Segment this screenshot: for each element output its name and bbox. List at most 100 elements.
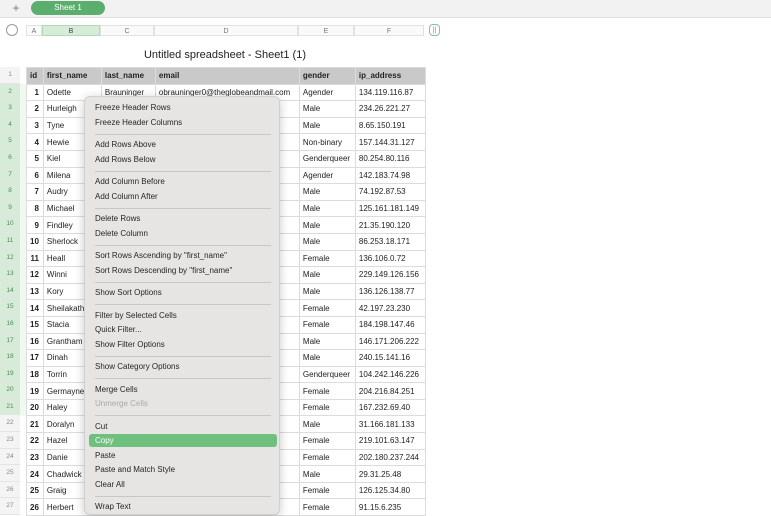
- row-number[interactable]: 9: [0, 199, 20, 217]
- row-number[interactable]: 14: [0, 282, 20, 300]
- id-cell[interactable]: 1: [26, 83, 44, 102]
- row-number[interactable]: 21: [0, 398, 20, 416]
- gender-cell[interactable]: Male: [298, 232, 356, 251]
- gender-cell[interactable]: Male: [298, 183, 356, 201]
- gender-cell[interactable]: Male: [298, 100, 356, 118]
- column-header-e[interactable]: E: [298, 25, 354, 36]
- ip-address-cell[interactable]: 91.15.6.235: [354, 498, 426, 516]
- menu-item-freeze-header-rows[interactable]: Freeze Header Rows: [89, 101, 277, 114]
- ip-address-cell[interactable]: 202.180.237.244: [354, 448, 426, 467]
- ip-address-cell[interactable]: 134.119.116.87: [354, 83, 426, 102]
- sheet-tab[interactable]: Sheet 1: [31, 1, 105, 15]
- id-cell[interactable]: 19: [26, 382, 44, 400]
- row-number[interactable]: 10: [0, 216, 20, 233]
- menu-item-quick-filter[interactable]: Quick Filter...: [89, 323, 277, 336]
- add-sheet-button[interactable]: +: [9, 1, 23, 15]
- column-header-a[interactable]: A: [26, 25, 42, 36]
- id-cell[interactable]: 6: [26, 166, 44, 185]
- id-cell[interactable]: 4: [26, 133, 44, 151]
- row-number[interactable]: 5: [0, 133, 20, 150]
- gender-cell[interactable]: Female: [298, 481, 356, 500]
- gender-cell[interactable]: Agender: [298, 83, 356, 102]
- id-cell[interactable]: 23: [26, 448, 44, 467]
- menu-item-show-sort-options[interactable]: Show Sort Options: [89, 286, 277, 299]
- menu-item-filter-by-selected-cells[interactable]: Filter by Selected Cells: [89, 309, 277, 322]
- gender-cell[interactable]: Female: [298, 299, 356, 317]
- row-number[interactable]: 4: [0, 116, 20, 134]
- row-number[interactable]: 3: [0, 100, 20, 117]
- menu-item-paste-and-match-style[interactable]: Paste and Match Style: [89, 463, 277, 476]
- gender-cell[interactable]: Male: [298, 216, 356, 234]
- gender-cell[interactable]: Female: [298, 432, 356, 450]
- gender-cell[interactable]: Female: [298, 498, 356, 516]
- ip-address-cell[interactable]: 136.126.138.77: [354, 282, 426, 301]
- id-cell[interactable]: 20: [26, 398, 44, 417]
- row-number[interactable]: 12: [0, 249, 20, 267]
- id-cell[interactable]: 10: [26, 232, 44, 251]
- menu-item-add-column-after[interactable]: Add Column After: [89, 190, 277, 203]
- row-number[interactable]: 11: [0, 232, 20, 250]
- id-cell[interactable]: 24: [26, 465, 44, 483]
- menu-item-show-category-options[interactable]: Show Category Options: [89, 360, 277, 373]
- ip-address-cell[interactable]: 125.161.181.149: [354, 199, 426, 218]
- ip-address-cell[interactable]: 86.253.18.171: [354, 232, 426, 251]
- ip-address-cell[interactable]: 74.192.87.53: [354, 183, 426, 201]
- gender-cell[interactable]: Genderqueer: [298, 149, 356, 168]
- menu-item-sort-rows-descending-by-first-name[interactable]: Sort Rows Descending by "first_name": [89, 264, 277, 277]
- row-number[interactable]: 20: [0, 382, 20, 399]
- gender-cell[interactable]: Male: [298, 415, 356, 434]
- menu-item-show-filter-options[interactable]: Show Filter Options: [89, 338, 277, 351]
- id-cell[interactable]: 5: [26, 149, 44, 168]
- ip-address-cell[interactable]: 146.171.206.222: [354, 332, 426, 351]
- ip-address-cell[interactable]: 204.216.84.251: [354, 382, 426, 400]
- gender-cell[interactable]: Male: [298, 199, 356, 218]
- row-number[interactable]: 16: [0, 315, 20, 333]
- ip-address-cell[interactable]: 234.26.221.27: [354, 100, 426, 118]
- row-number[interactable]: 18: [0, 349, 20, 366]
- id-cell[interactable]: 12: [26, 266, 44, 284]
- menu-item-clear-all[interactable]: Clear All: [89, 478, 277, 491]
- id-cell[interactable]: 3: [26, 116, 44, 135]
- ip-address-cell[interactable]: 184.198.147.46: [354, 315, 426, 334]
- ip-address-cell[interactable]: 126.125.34.80: [354, 481, 426, 500]
- ip-address-cell[interactable]: 21.35.190.120: [354, 216, 426, 234]
- row-number[interactable]: 27: [0, 498, 20, 516]
- gender-cell[interactable]: Male: [298, 465, 356, 483]
- column-heading[interactable]: first_name: [42, 67, 102, 85]
- id-cell[interactable]: 8: [26, 199, 44, 218]
- row-number[interactable]: 22: [0, 415, 20, 433]
- column-header-b[interactable]: B: [42, 25, 100, 36]
- column-header-c[interactable]: C: [100, 25, 154, 36]
- id-cell[interactable]: 7: [26, 183, 44, 201]
- ip-address-cell[interactable]: 229.149.126.156: [354, 266, 426, 284]
- row-number[interactable]: 24: [0, 448, 20, 466]
- gender-cell[interactable]: Male: [298, 349, 356, 367]
- menu-item-add-rows-below[interactable]: Add Rows Below: [89, 153, 277, 166]
- ip-address-cell[interactable]: 136.106.0.72: [354, 249, 426, 268]
- column-heading[interactable]: last_name: [100, 67, 156, 85]
- ip-address-cell[interactable]: 240.15.141.16: [354, 349, 426, 367]
- id-cell[interactable]: 11: [26, 249, 44, 268]
- column-header-d[interactable]: D: [154, 25, 298, 36]
- row-number[interactable]: 2: [0, 83, 20, 101]
- ip-address-cell[interactable]: 104.242.146.226: [354, 365, 426, 384]
- menu-item-copy[interactable]: Copy: [89, 434, 277, 447]
- id-cell[interactable]: 18: [26, 365, 44, 384]
- column-heading[interactable]: id: [26, 67, 44, 85]
- menu-item-add-rows-above[interactable]: Add Rows Above: [89, 138, 277, 151]
- column-toggle-icon[interactable]: ||: [429, 24, 440, 36]
- id-cell[interactable]: 16: [26, 332, 44, 351]
- gender-cell[interactable]: Male: [298, 116, 356, 135]
- gender-cell[interactable]: Agender: [298, 166, 356, 185]
- menu-item-merge-cells[interactable]: Merge Cells: [89, 383, 277, 396]
- ip-address-cell[interactable]: 219.101.63.147: [354, 432, 426, 450]
- row-number[interactable]: 19: [0, 365, 20, 383]
- ip-address-cell[interactable]: 31.166.181.133: [354, 415, 426, 434]
- gender-cell[interactable]: Female: [298, 398, 356, 417]
- ip-address-cell[interactable]: 142.183.74.98: [354, 166, 426, 185]
- gender-cell[interactable]: Male: [298, 332, 356, 351]
- id-cell[interactable]: 14: [26, 299, 44, 317]
- gender-cell[interactable]: Male: [298, 282, 356, 301]
- ip-address-cell[interactable]: 8.65.150.191: [354, 116, 426, 135]
- column-header-f[interactable]: F: [354, 25, 424, 36]
